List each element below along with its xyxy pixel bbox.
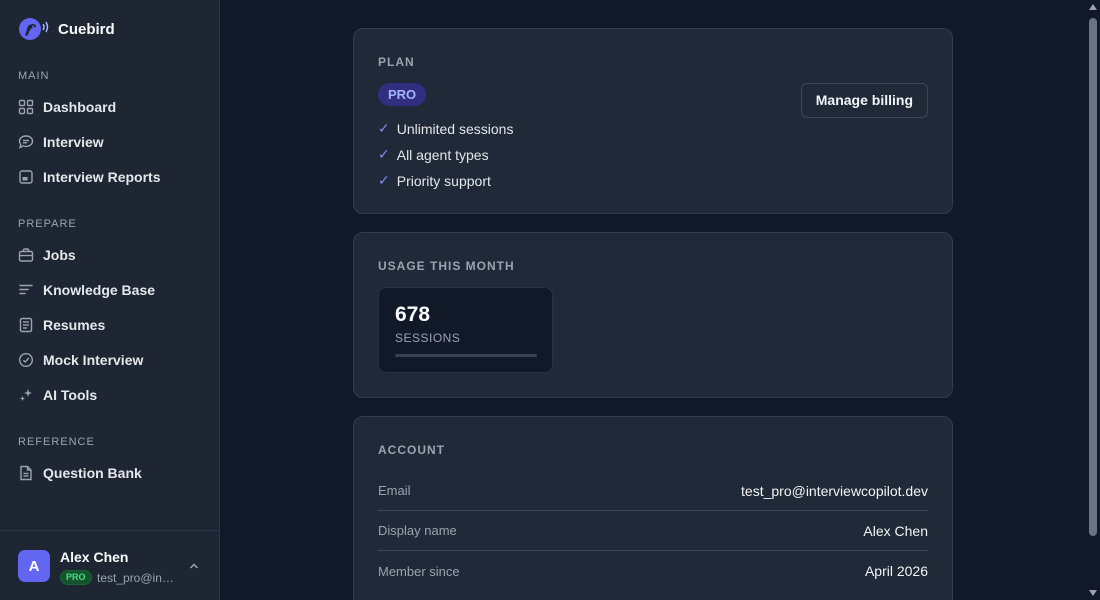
sessions-stat: 678 SESSIONS [378,287,553,373]
account-row-key: Member since [378,563,460,579]
feature-item: ✓ Unlimited sessions [378,120,513,137]
sidebar-item-label: Knowledge Base [43,282,156,298]
report-icon [19,170,33,184]
scrollbar[interactable] [1086,0,1100,600]
sidebar-item-resumes[interactable]: Resumes [10,310,210,340]
check-icon: ✓ [378,120,390,136]
account-row-value: test_pro@interviewcopilot.dev [741,482,928,499]
section-label-reference: REFERENCE [18,436,95,448]
sidebar-item-label: Jobs [43,247,76,263]
bird-speaker-icon [19,18,49,40]
scroll-down-icon[interactable] [1089,590,1097,596]
sidebar-item-label: Dashboard [43,99,117,115]
account-label: ACCOUNT [378,443,445,457]
usage-progress-bar [395,354,537,357]
document-icon [19,317,33,333]
sidebar-item-knowledge-base[interactable]: Knowledge Base [10,275,210,305]
lines-icon [19,284,33,295]
account-row-key: Email [378,483,411,498]
sidebar-item-question-bank[interactable]: Question Bank [10,458,210,488]
check-icon: ✓ [378,172,390,188]
account-row-value: April 2026 [864,563,928,579]
account-row-key: Display name [378,523,457,538]
plan-label: PLAN [378,55,415,69]
sidebar-item-label: AI Tools [43,387,98,403]
briefcase-icon [18,248,34,262]
feature-item: ✓ All agent types [378,146,489,163]
sidebar-item-interview[interactable]: Interview [10,127,210,157]
sidebar-item-label: Question Bank [43,465,142,481]
sparkle-icon [20,389,32,401]
sidebar: Cuebird MAIN Dashboard Interview Intervi… [0,0,220,600]
account-card: ACCOUNT Email test_pro@interviewcopilot.… [353,416,953,600]
plan-tier-badge: PRO [378,83,427,106]
plan-card: PLAN PRO ✓ Unlimited sessions ✓ All agen… [353,28,953,214]
check-circle-icon [18,352,34,368]
account-row-email: Email test_pro@interviewcopilot.dev [378,471,928,511]
sidebar-item-mock-interview[interactable]: Mock Interview [10,345,210,375]
sidebar-item-interview-reports[interactable]: Interview Reports [10,162,210,192]
account-row-display-name: Display name Alex Chen [378,511,928,551]
section-label-prepare: PREPARE [18,218,77,230]
scrollbar-thumb[interactable] [1089,18,1097,536]
sidebar-item-dashboard[interactable]: Dashboard [10,92,210,122]
chevron-up-icon[interactable] [188,560,200,572]
brand[interactable]: Cuebird [18,16,115,42]
sidebar-item-jobs[interactable]: Jobs [10,240,210,270]
user-email: test_pro@interviewcopilot.dev [97,571,177,585]
chat-bubble-icon [18,135,34,149]
feature-label: All agent types [396,146,489,163]
sessions-count: 678 [395,303,431,326]
plan-badge: PRO [60,570,92,585]
avatar: A [18,550,50,582]
account-row-member-since: Member since April 2026 [378,551,928,591]
account-row-value: Alex Chen [863,522,928,539]
sidebar-item-label: Mock Interview [43,352,144,368]
user-menu[interactable]: A Alex Chen PRO test_pro@interviewcopilo… [0,530,219,600]
scroll-up-icon[interactable] [1089,4,1097,10]
section-label-main: MAIN [18,70,50,82]
check-icon: ✓ [378,146,390,162]
feature-item: ✓ Priority support [378,172,491,189]
sidebar-item-ai-tools[interactable]: AI Tools [10,380,210,410]
grid-icon [18,99,34,115]
sidebar-item-label: Resumes [43,317,106,333]
brand-name: Cuebird [58,20,115,38]
usage-label: USAGE THIS MONTH [378,259,515,273]
sidebar-item-label: Interview [43,134,104,150]
sidebar-item-label: Interview Reports [43,169,161,185]
user-name: Alex Chen [60,549,129,565]
manage-billing-button[interactable]: Manage billing [800,83,928,118]
sessions-unit: SESSIONS [395,331,461,345]
file-icon [20,465,32,481]
feature-label: Unlimited sessions [396,120,514,137]
feature-label: Priority support [396,172,491,189]
usage-card: USAGE THIS MONTH 678 SESSIONS [353,232,953,398]
